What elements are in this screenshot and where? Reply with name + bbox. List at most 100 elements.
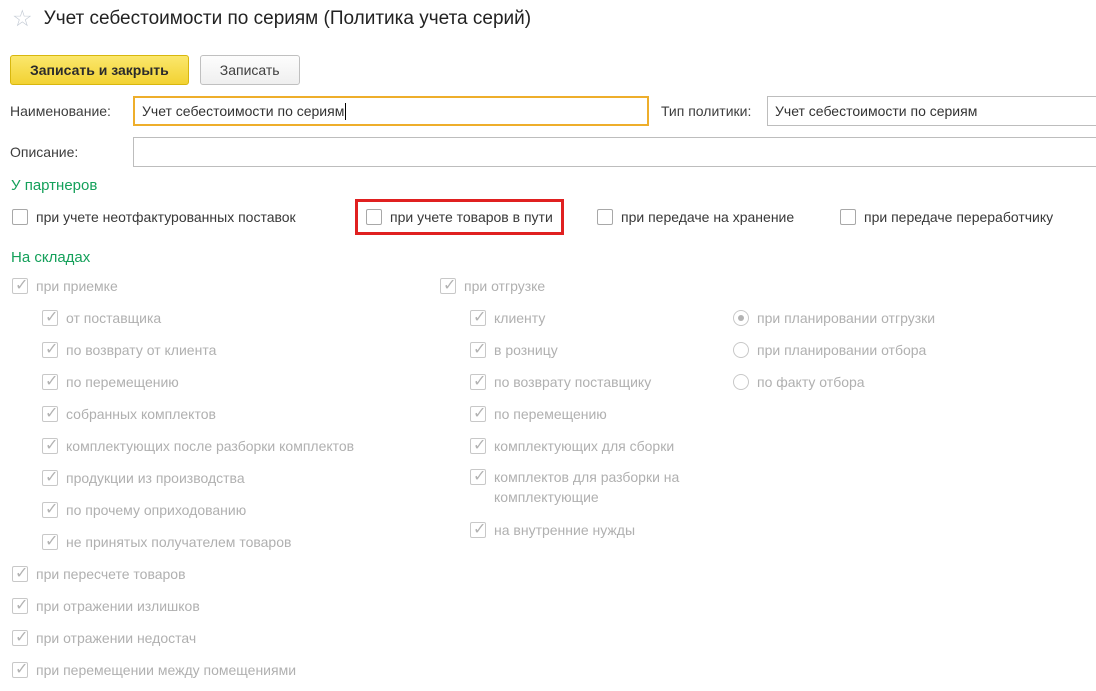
partner-checkbox-item[interactable]: при учете товаров в пути bbox=[366, 206, 553, 228]
text-caret bbox=[345, 103, 346, 120]
radio-label: при планировании отгрузки bbox=[757, 310, 935, 326]
radio-label: по факту отбора bbox=[757, 374, 865, 390]
name-label: Наименование: bbox=[10, 103, 133, 119]
receiving-child-checkbox-item: продукции из производства bbox=[42, 467, 436, 489]
checkbox bbox=[470, 406, 486, 422]
warehouse-checkbox-item: при пересчете товаров bbox=[12, 563, 436, 585]
checkbox bbox=[12, 566, 28, 582]
partner-checkbox-item[interactable]: при учете неотфактурованных поставок bbox=[12, 206, 296, 228]
checkbox[interactable] bbox=[840, 209, 856, 225]
checkbox bbox=[470, 469, 486, 485]
checkbox bbox=[12, 630, 28, 646]
checkbox-label: клиенту bbox=[494, 310, 545, 326]
warehouse-checkbox-item: при перемещении между помещениями bbox=[12, 659, 436, 681]
radio-button bbox=[733, 310, 749, 326]
shipping-timing-column: при планировании отгрузки при планировани… bbox=[733, 275, 1083, 403]
checkbox bbox=[12, 278, 28, 294]
receiving-child-checkbox-item: по перемещению bbox=[42, 371, 436, 393]
checkbox bbox=[42, 534, 58, 550]
checkbox-label: не принятых получателем товаров bbox=[66, 534, 291, 550]
radio-label: при планировании отбора bbox=[757, 342, 926, 358]
receiving-child-checkbox-item: собранных комплектов bbox=[42, 403, 436, 425]
checkbox bbox=[42, 438, 58, 454]
description-input[interactable] bbox=[133, 137, 1096, 167]
radio-item: по факту отбора bbox=[733, 371, 1083, 393]
shipping-child-checkbox-item: в розницу bbox=[470, 339, 740, 361]
checkbox-label: по перемещению bbox=[494, 406, 607, 422]
checkbox-label: при передаче на хранение bbox=[621, 209, 794, 225]
warehouses-section-title: На складах bbox=[11, 249, 90, 266]
warehouse-checkbox-item: при отражении недостач bbox=[12, 627, 436, 649]
radio-item: при планировании отбора bbox=[733, 339, 1083, 361]
checkbox bbox=[42, 374, 58, 390]
checkbox bbox=[470, 522, 486, 538]
save-button[interactable]: Записать bbox=[200, 55, 300, 85]
receiving-column: при приемке от поставщика по возврату от к… bbox=[12, 275, 436, 691]
toolbar: Записать и закрыть Записать bbox=[10, 55, 300, 85]
highlight-annotation: при учете товаров в пути bbox=[355, 199, 564, 235]
checkbox bbox=[42, 470, 58, 486]
checkbox-label: от поставщика bbox=[66, 310, 161, 326]
checkbox bbox=[42, 502, 58, 518]
policy-type-input[interactable]: Учет себестоимости по сериям bbox=[767, 96, 1096, 126]
name-input[interactable]: Учет себестоимости по сериям bbox=[133, 96, 649, 126]
radio-item: при планировании отгрузки bbox=[733, 307, 1083, 329]
checkbox-label: комплектующих после разборки комплектов bbox=[66, 438, 354, 454]
checkbox[interactable] bbox=[597, 209, 613, 225]
favorite-star-icon[interactable]: ☆ bbox=[12, 7, 33, 30]
name-input-value: Учет себестоимости по сериям bbox=[142, 103, 344, 119]
partners-section-title: У партнеров bbox=[11, 177, 97, 194]
checkbox-label: по перемещению bbox=[66, 374, 179, 390]
checkbox-label: при передаче переработчику bbox=[864, 209, 1053, 225]
checkbox[interactable] bbox=[366, 209, 382, 225]
checkbox-label: при учете товаров в пути bbox=[390, 209, 553, 225]
shipping-child-checkbox-item: комплектующих для сборки bbox=[470, 435, 740, 457]
receiving-checkbox-item: при приемке bbox=[12, 275, 436, 297]
shipping-child-checkbox-item: по перемещению bbox=[470, 403, 740, 425]
partner-checkbox-item[interactable]: при передаче на хранение bbox=[597, 206, 794, 228]
checkbox bbox=[470, 438, 486, 454]
window-header: ☆ Учет себестоимости по сериям (Политика… bbox=[12, 8, 531, 30]
checkbox bbox=[470, 342, 486, 358]
checkbox-label: при отражении недостач bbox=[36, 630, 196, 646]
checkbox bbox=[12, 598, 28, 614]
series-policy-window: ☆ Учет себестоимости по сериям (Политика… bbox=[0, 0, 1096, 683]
receiving-child-checkbox-item: по возврату от клиента bbox=[42, 339, 436, 361]
checkbox-label: при перемещении между помещениями bbox=[36, 662, 296, 678]
checkbox-label: комплектов для разборки на комплектующие bbox=[494, 467, 712, 507]
receiving-child-checkbox-item: от поставщика bbox=[42, 307, 436, 329]
checkbox-label: по возврату от клиента bbox=[66, 342, 216, 358]
shipping-column: при отгрузке клиенту в розницу по возврату … bbox=[440, 275, 740, 551]
radio-button bbox=[733, 342, 749, 358]
checkbox-label: при учете неотфактурованных поставок bbox=[36, 209, 296, 225]
description-label: Описание: bbox=[10, 144, 133, 160]
checkbox-label: по прочему оприходованию bbox=[66, 502, 246, 518]
checkbox-label: при отражении излишков bbox=[36, 598, 200, 614]
checkbox[interactable] bbox=[12, 209, 28, 225]
shipping-child-checkbox-item: клиенту bbox=[470, 307, 740, 329]
policy-type-value: Учет себестоимости по сериям bbox=[775, 103, 977, 119]
checkbox-label: при приемке bbox=[36, 278, 118, 294]
checkbox-label: собранных комплектов bbox=[66, 406, 216, 422]
page-title: Учет себестоимости по сериям (Политика у… bbox=[44, 8, 531, 30]
receiving-child-checkbox-item: по прочему оприходованию bbox=[42, 499, 436, 521]
partner-checkbox-item[interactable]: при передаче переработчику bbox=[840, 206, 1053, 228]
receiving-child-checkbox-item: комплектующих после разборки комплектов bbox=[42, 435, 436, 457]
checkbox bbox=[440, 278, 456, 294]
warehouses-grid: при приемке от поставщика по возврату от к… bbox=[0, 275, 1096, 683]
checkbox bbox=[42, 342, 58, 358]
receiving-child-checkbox-item: не принятых получателем товаров bbox=[42, 531, 436, 553]
name-row: Наименование: Учет себестоимости по сери… bbox=[10, 96, 1096, 126]
policy-type-label: Тип политики: bbox=[661, 103, 767, 119]
shipping-checkbox-item: при отгрузке bbox=[440, 275, 740, 297]
checkbox-label: комплектующих для сборки bbox=[494, 438, 674, 454]
checkbox-label: при пересчете товаров bbox=[36, 566, 186, 582]
checkbox-label: продукции из производства bbox=[66, 470, 245, 486]
checkbox-label: по возврату поставщику bbox=[494, 374, 651, 390]
checkbox bbox=[42, 406, 58, 422]
checkbox-label: в розницу bbox=[494, 342, 558, 358]
shipping-child-checkbox-item: комплектов для разборки на комплектующие bbox=[470, 467, 740, 509]
save-and-close-button[interactable]: Записать и закрыть bbox=[10, 55, 189, 85]
shipping-child-checkbox-item: на внутренние нужды bbox=[470, 519, 740, 541]
checkbox bbox=[12, 662, 28, 678]
